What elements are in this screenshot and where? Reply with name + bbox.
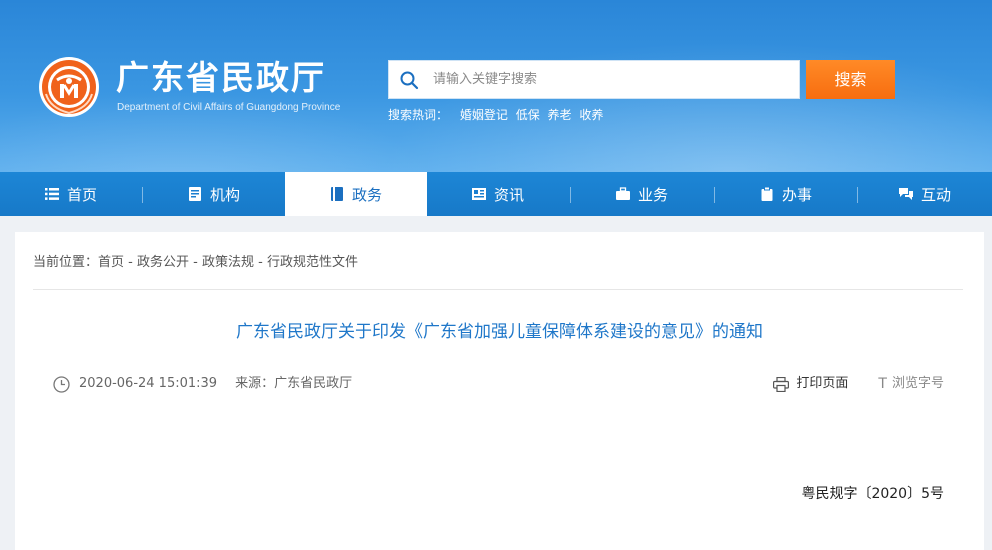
- breadcrumb-link[interactable]: 首页: [98, 255, 124, 270]
- nav-item-interaction[interactable]: 互动: [858, 172, 992, 216]
- breadcrumb-separator: -: [124, 255, 137, 270]
- nav-item-news[interactable]: 资讯: [427, 172, 569, 216]
- nav-label: 政务: [351, 185, 382, 204]
- briefcase-icon: [615, 187, 630, 200]
- search-input[interactable]: [433, 61, 793, 98]
- article-tools: 打印页面 T 浏览字号: [773, 375, 944, 393]
- nav-label: 资讯: [493, 185, 524, 204]
- clock-icon: [53, 375, 70, 393]
- hot-search-words: 搜索热词： 婚姻登记 低保 养老 收养: [388, 107, 607, 123]
- breadcrumb: 当前位置：首页 - 政务公开 - 政策法规 - 行政规范性文件: [33, 254, 358, 272]
- site-header: 广东省民政厅 Department of Civil Affairs of Gu…: [0, 0, 992, 172]
- publish-datetime: 2020-06-24 15:01:39: [79, 376, 218, 391]
- book-icon: [330, 187, 343, 201]
- breadcrumb-prefix: 当前位置：: [33, 255, 99, 270]
- search-button[interactable]: 搜索: [806, 60, 895, 99]
- hotwords-label: 搜索热词：: [388, 108, 449, 122]
- list-icon: [44, 188, 59, 200]
- font-size-label: 浏览字号: [891, 376, 944, 391]
- site-subtitle: Department of Civil Affairs of Guangdong…: [117, 102, 341, 113]
- chat-bubbles-icon: [898, 188, 913, 200]
- nav-label: 办事: [781, 185, 812, 204]
- article-title: 广东省民政厅关于印发《广东省加强儿童保障体系建设的意见》的通知: [236, 322, 763, 342]
- site-title[interactable]: 广东省民政厅: [116, 58, 326, 98]
- article-source: 来源：广东省民政厅: [235, 376, 353, 391]
- nav-label: 互动: [920, 185, 951, 204]
- hotword-link[interactable]: 婚姻登记: [460, 108, 508, 122]
- breadcrumb-link[interactable]: 政策法规: [202, 255, 254, 270]
- print-page-button[interactable]: 打印页面: [773, 375, 848, 393]
- main-nav: 首页 机构 政务 资讯 业务 办事 互动: [0, 172, 992, 216]
- hotword-link[interactable]: 养老: [548, 108, 572, 122]
- nav-item-home[interactable]: 首页: [0, 172, 142, 216]
- breadcrumb-link[interactable]: 行政规范性文件: [267, 255, 358, 270]
- article-meta: 2020-06-24 15:01:39 来源：广东省民政厅: [53, 375, 352, 393]
- printer-icon: [773, 376, 790, 392]
- breadcrumb-separator: -: [254, 255, 267, 270]
- emblem-logo-icon[interactable]: [38, 56, 100, 118]
- clipboard-icon: [761, 187, 773, 201]
- nav-label: 机构: [209, 185, 240, 204]
- breadcrumb-divider: [33, 289, 963, 290]
- nav-item-services[interactable]: 办事: [715, 172, 857, 216]
- breadcrumb-link[interactable]: 政务公开: [137, 255, 189, 270]
- nav-item-business[interactable]: 业务: [571, 172, 713, 216]
- nav-label: 业务: [637, 185, 668, 204]
- search-icon: [400, 71, 419, 90]
- building-doc-icon: [188, 187, 201, 201]
- breadcrumb-separator: -: [189, 255, 202, 270]
- nav-label: 首页: [66, 185, 97, 204]
- hotword-link[interactable]: 收养: [579, 108, 603, 122]
- text-size-icon: T: [878, 376, 887, 392]
- search-box: [388, 60, 800, 99]
- nav-item-government-affairs[interactable]: 政务: [285, 172, 427, 216]
- news-icon: [471, 188, 486, 200]
- font-size-control[interactable]: T 浏览字号: [878, 375, 944, 393]
- nav-item-organization[interactable]: 机构: [143, 172, 285, 216]
- print-label: 打印页面: [796, 376, 849, 391]
- document-number: 粤民规字〔2020〕5号: [801, 486, 944, 502]
- hotword-link[interactable]: 低保: [516, 108, 540, 122]
- article-panel: 当前位置：首页 - 政务公开 - 政策法规 - 行政规范性文件 广东省民政厅关于…: [15, 232, 984, 550]
